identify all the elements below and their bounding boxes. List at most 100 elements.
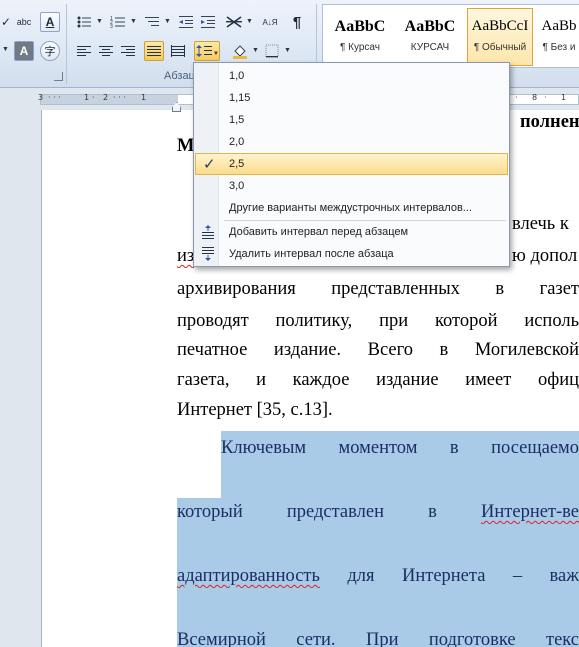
line-spacing-options-more[interactable]: Другие варианты междустрочных интервалов…: [195, 197, 508, 219]
doc-line: печатное издание. Всего в Могилевской: [177, 338, 579, 362]
multilevel-dropdown-icon[interactable]: ▼: [164, 18, 171, 25]
group-divider: [66, 4, 67, 84]
numbering-button[interactable]: 123: [108, 12, 128, 32]
doc-word: который: [177, 502, 243, 522]
doc-word: моментом: [338, 438, 418, 458]
line-spacing-option-2-0[interactable]: 2,0: [195, 131, 508, 153]
enclose-chars-button[interactable]: 字: [40, 41, 60, 61]
style-name: ¶ Без и: [542, 42, 576, 53]
doc-line: проводят политику, при которой исполь: [177, 309, 579, 333]
shading-dropdown-icon[interactable]: ▼: [252, 47, 259, 54]
doc-word: –: [512, 566, 523, 586]
add-space-before-item[interactable]: Добавить интервал перед абзацем: [195, 221, 508, 243]
ruler-dot: · · ·: [113, 93, 126, 102]
doc-word: каждое: [292, 370, 350, 390]
asian-layout-button[interactable]: [224, 12, 244, 32]
doc-word: подготовке: [428, 630, 516, 647]
doc-word: и: [256, 370, 266, 390]
sort-button[interactable]: А↓Я: [260, 12, 280, 32]
doc-line-selected: который представлен в Интернет-ве: [177, 500, 579, 524]
numbering-dropdown-icon[interactable]: ▼: [130, 18, 137, 25]
font-color-dropdown-icon[interactable]: ▼: [2, 46, 9, 53]
doc-text: из: [177, 246, 195, 266]
char-border-button[interactable]: A: [40, 12, 60, 32]
line-spacing-button[interactable]: ▼: [194, 41, 220, 61]
doc-word: политику,: [275, 311, 353, 331]
justify-button[interactable]: [144, 41, 164, 61]
option-label: 2,5: [229, 158, 245, 170]
line-spacing-option-1-15[interactable]: 1,15: [195, 87, 508, 109]
ruler-number: 3: [38, 93, 44, 102]
borders-button[interactable]: [262, 41, 282, 61]
show-formatting-button[interactable]: ¶: [287, 12, 307, 32]
style-sample: AaBbC: [404, 18, 456, 35]
shading-button[interactable]: [230, 41, 250, 61]
option-label: 1,0: [229, 70, 245, 82]
doc-word: Всего: [367, 340, 413, 360]
line-spacing-option-3-0[interactable]: 3,0: [195, 175, 508, 197]
line-spacing-option-2-5[interactable]: ✓ 2,5: [195, 153, 508, 175]
doc-word: Интернет-ве: [481, 502, 579, 522]
option-label: Удалить интервал после абзаца: [229, 248, 394, 260]
line-spacing-option-1-0[interactable]: 1,0: [195, 65, 508, 87]
increase-indent-button[interactable]: [198, 12, 218, 32]
style-no-spacing[interactable]: AaBb ¶ Без и: [537, 8, 579, 66]
bullets-dropdown-icon[interactable]: ▼: [96, 18, 103, 25]
align-left-icon: [77, 46, 91, 56]
doc-word: в: [428, 502, 437, 522]
align-right-button[interactable]: [118, 41, 138, 61]
distributed-icon: [171, 45, 185, 57]
doc-text: полнен: [520, 112, 579, 132]
style-sample: AaBb: [541, 18, 577, 34]
option-label: 1,5: [229, 114, 245, 126]
distributed-button[interactable]: [168, 41, 188, 61]
doc-line-selected: Всемирной сети. При подготовке текс: [177, 628, 579, 647]
paragraph-group-label: Абзац: [164, 70, 195, 82]
doc-word: Всемирной: [177, 630, 266, 647]
font-dialog-launcher[interactable]: [54, 72, 63, 81]
ruler-number: 2: [103, 93, 109, 102]
paint-bucket-icon: [233, 45, 247, 59]
doc-word: адаптированность: [177, 566, 320, 586]
doc-word: в: [495, 279, 505, 299]
ruler-margin: [41, 95, 178, 104]
doc-line: газета, и каждое издание имеет офиц: [177, 368, 579, 392]
doc-text: влечь к: [512, 214, 569, 234]
asian-layout-dropdown-icon[interactable]: ▼: [246, 18, 253, 25]
style-kursach[interactable]: AaBbC ¶ Курсач: [327, 8, 393, 66]
option-label: Добавить интервал перед абзацем: [229, 226, 409, 238]
doc-word: для: [347, 566, 375, 586]
decrease-indent-button[interactable]: [176, 12, 196, 32]
svg-text:3: 3: [110, 24, 113, 29]
align-center-icon: [99, 46, 113, 56]
increase-indent-icon: [201, 16, 215, 28]
align-center-button[interactable]: [96, 41, 116, 61]
doc-word: При: [365, 630, 399, 647]
multilevel-list-button[interactable]: [142, 12, 162, 32]
enclose-chars-icon: 字: [44, 46, 56, 58]
doc-word: посещаемо: [491, 438, 579, 458]
option-label: 2,0: [229, 136, 245, 148]
spelling-abc-button[interactable]: abc: [14, 12, 34, 32]
style-name: КУРСАЧ: [410, 42, 450, 53]
borders-dropdown-icon[interactable]: ▼: [284, 47, 291, 54]
style-normal[interactable]: AaBbCcI ¶ Обычный: [467, 8, 533, 66]
align-right-icon: [121, 46, 135, 56]
clear-formatting-icon[interactable]: ✓: [0, 12, 12, 32]
style-name: ¶ Курсач: [340, 42, 380, 53]
doc-word: архивирования: [177, 279, 296, 299]
bullets-icon: [77, 16, 91, 28]
asian-layout-icon: [226, 16, 242, 28]
align-left-button[interactable]: [74, 41, 94, 61]
remove-space-after-item[interactable]: Удалить интервал после абзаца: [195, 243, 508, 265]
char-shading-button[interactable]: A: [14, 41, 34, 61]
doc-line: влечь к: [512, 212, 579, 236]
borders-icon: [265, 44, 279, 58]
bullets-button[interactable]: [74, 12, 94, 32]
line-spacing-option-1-5[interactable]: 1,5: [195, 109, 508, 131]
style-kursach-caps[interactable]: AaBbC КУРСАЧ: [397, 8, 463, 66]
doc-word: при: [379, 311, 409, 331]
ruler-dot: ·: [544, 93, 547, 102]
svg-text:▼: ▼: [213, 51, 218, 57]
sort-icon: А↓Я: [262, 17, 278, 27]
